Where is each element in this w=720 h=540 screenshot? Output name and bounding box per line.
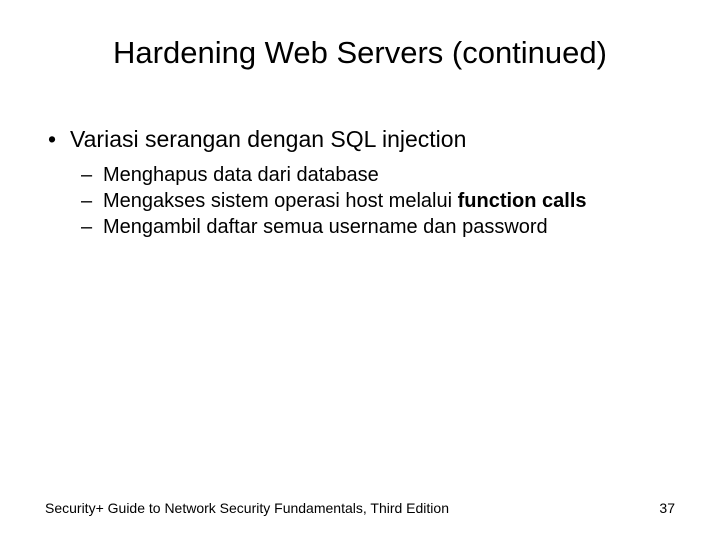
dash-icon: – bbox=[81, 189, 103, 214]
sub-text: Menghapus data dari database bbox=[103, 163, 675, 188]
sub-item: – Mengambil daftar semua username dan pa… bbox=[81, 215, 675, 240]
sub-list: – Menghapus data dari database – Mengaks… bbox=[45, 163, 675, 240]
dash-icon: – bbox=[81, 215, 103, 240]
sub-item: – Menghapus data dari database bbox=[81, 163, 675, 188]
dash-icon: – bbox=[81, 163, 103, 188]
sub-item: – Mengakses sistem operasi host melalui … bbox=[81, 189, 675, 214]
sub-prefix: Mengakses sistem operasi host melalui bbox=[103, 190, 458, 212]
footer-source: Security+ Guide to Network Security Fund… bbox=[45, 500, 449, 516]
bullet-main: • Variasi serangan dengan SQL injection bbox=[45, 126, 675, 153]
slide-footer: Security+ Guide to Network Security Fund… bbox=[45, 500, 675, 516]
sub-text: Mengakses sistem operasi host melalui fu… bbox=[103, 189, 675, 214]
page-number: 37 bbox=[659, 500, 675, 516]
sub-bold: function calls bbox=[458, 190, 587, 212]
bullet-text: Variasi serangan dengan SQL injection bbox=[70, 126, 675, 153]
slide-container: Hardening Web Servers (continued) • Vari… bbox=[0, 0, 720, 540]
bullet-marker: • bbox=[45, 126, 70, 153]
sub-text: Mengambil daftar semua username dan pass… bbox=[103, 215, 675, 240]
slide-title: Hardening Web Servers (continued) bbox=[45, 35, 675, 71]
slide-content: • Variasi serangan dengan SQL injection … bbox=[45, 126, 675, 240]
